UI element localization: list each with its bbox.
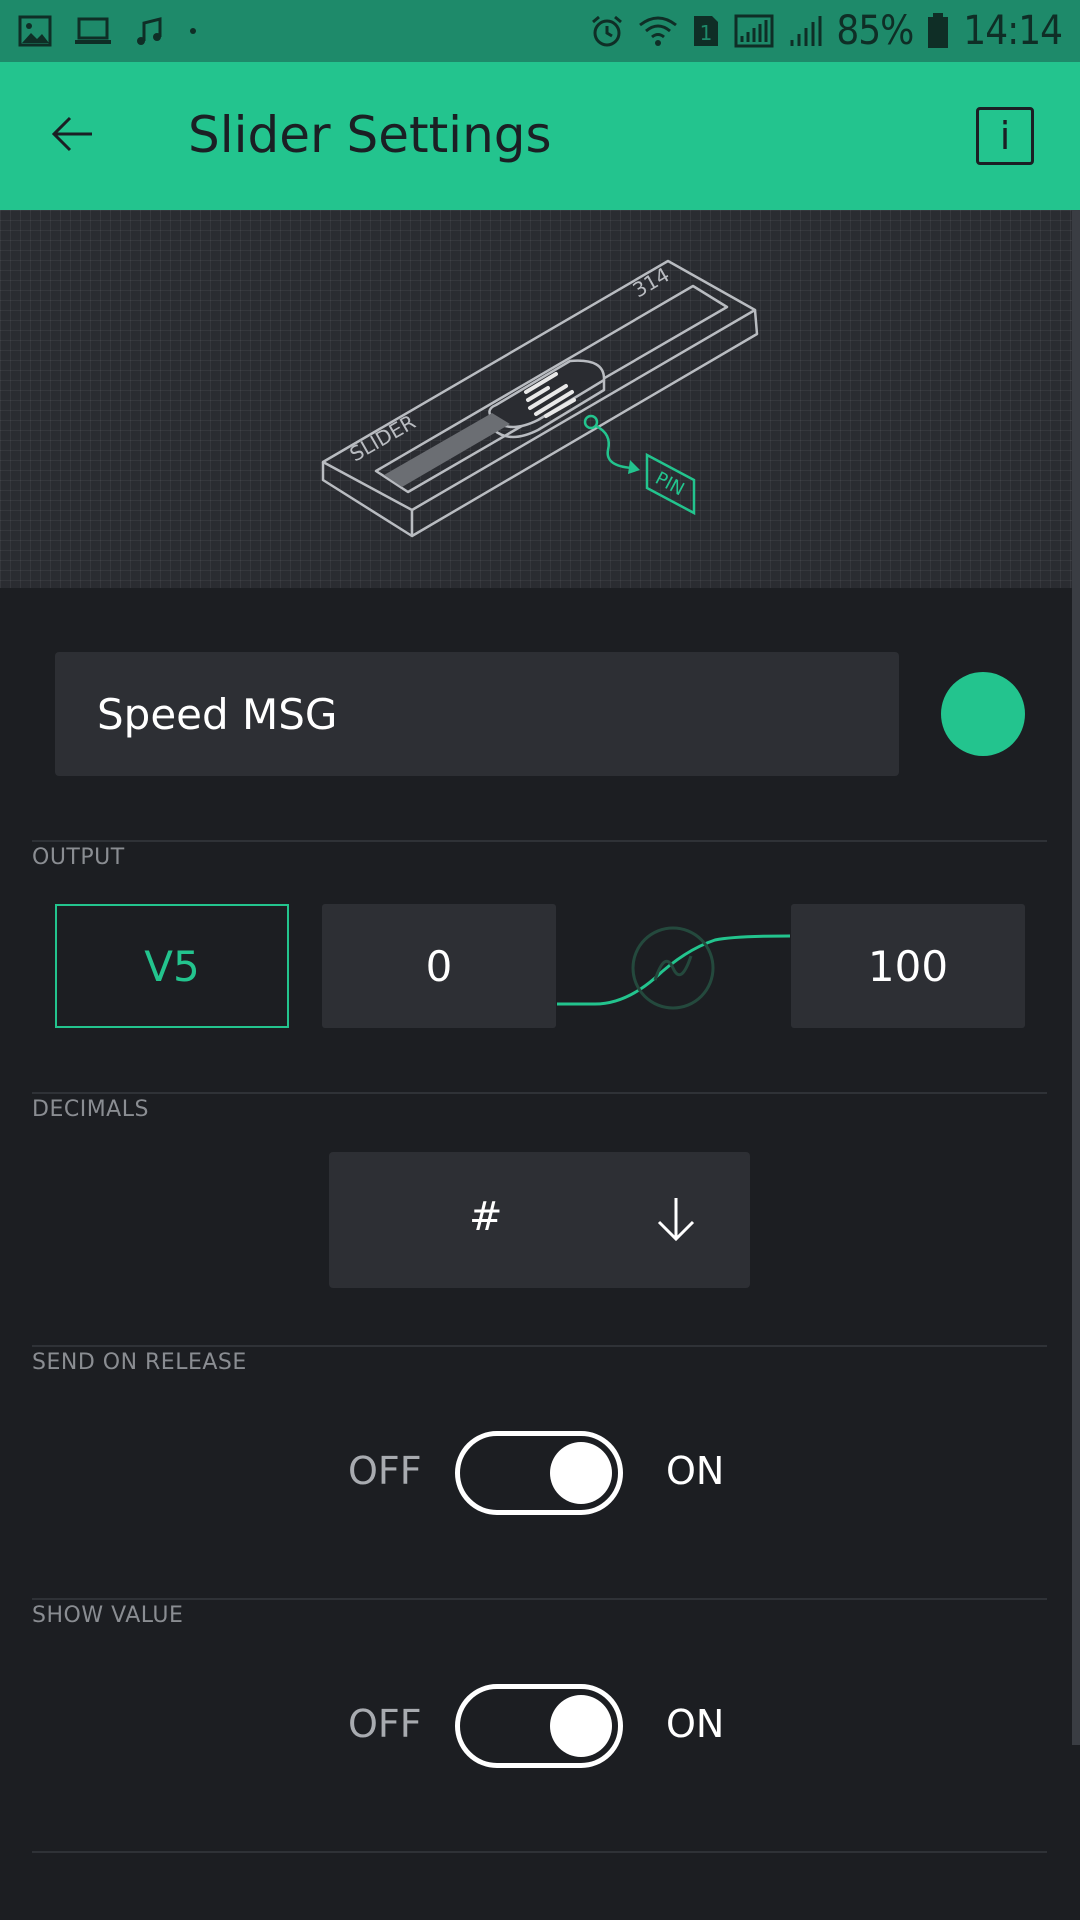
show-value-on-label: ON: [666, 1702, 725, 1746]
divider: [32, 1345, 1047, 1347]
info-button[interactable]: i: [976, 107, 1034, 165]
decimals-dropdown[interactable]: #: [329, 1152, 750, 1288]
image-icon: [18, 11, 52, 51]
info-icon: i: [999, 114, 1011, 158]
alarm-icon: [590, 11, 624, 51]
divider: [32, 1092, 1047, 1094]
signal-icon: [734, 11, 774, 51]
toggle-knob: [550, 1442, 612, 1504]
slider-label-art: SLIDER: [346, 410, 420, 467]
arrow-down-icon: [653, 1194, 699, 1244]
output-max-input[interactable]: 100: [791, 904, 1025, 1028]
sim-icon: 1: [692, 11, 720, 51]
pin-selector[interactable]: V5: [55, 904, 289, 1028]
send-on-release-on-label: ON: [666, 1449, 725, 1493]
divider: [32, 1598, 1047, 1600]
scrollbar[interactable]: [1072, 210, 1080, 1745]
mapping-curve: [555, 900, 795, 1030]
dot-icon: [188, 11, 198, 51]
send-on-release-off-label: OFF: [348, 1449, 422, 1493]
svg-text:1: 1: [700, 21, 713, 45]
battery-icon: [927, 11, 949, 51]
widget-name-input[interactable]: Speed MSG: [55, 652, 899, 776]
send-on-release-label: SEND ON RELEASE: [32, 1350, 247, 1375]
divider: [32, 1851, 1047, 1853]
widget-illustration: SLIDER 314 PIN: [0, 210, 1080, 588]
output-min-input[interactable]: 0: [322, 904, 556, 1028]
page-title: Slider Settings: [188, 106, 552, 164]
arrow-left-icon[interactable]: [48, 108, 100, 160]
app-bar: Slider Settings i: [0, 62, 1080, 210]
signal-icon: [788, 11, 822, 51]
show-value-label: SHOW VALUE: [32, 1603, 184, 1628]
wifi-icon: [638, 11, 678, 51]
decimals-label: DECIMALS: [32, 1097, 149, 1122]
clock: 14:14: [963, 8, 1063, 54]
color-picker-button[interactable]: [941, 672, 1025, 756]
value-label-art: 314: [629, 262, 674, 302]
send-on-release-toggle[interactable]: [455, 1431, 623, 1515]
battery-percent: 85%: [836, 8, 914, 54]
decimals-value: #: [469, 1194, 503, 1240]
show-value-toggle[interactable]: [455, 1684, 623, 1768]
divider: [32, 840, 1047, 842]
status-bar: 1 85% 14:14: [0, 0, 1080, 62]
music-icon: [134, 11, 166, 51]
output-label: OUTPUT: [32, 845, 125, 870]
show-value-off-label: OFF: [348, 1702, 422, 1746]
toggle-knob: [550, 1695, 612, 1757]
laptop-icon: [74, 11, 112, 51]
